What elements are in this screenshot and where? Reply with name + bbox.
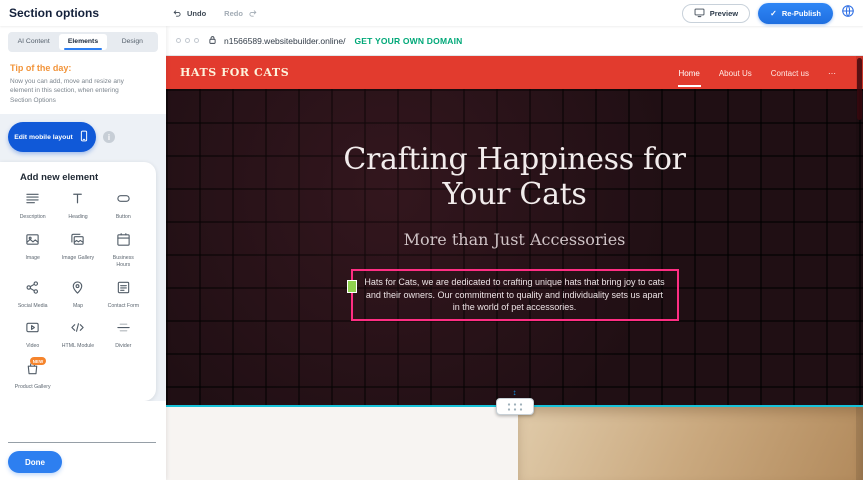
tip-title: Tip of the day:: [10, 63, 156, 73]
add-new-element-card: Add new element Description Heading Butt…: [0, 162, 156, 401]
sidebar: AI Content Elements Design Tip of the da…: [0, 26, 166, 480]
top-app-bar: Section options Undo Redo Preview ✓ Re-P…: [0, 0, 863, 26]
element-contact-form[interactable]: Contact Form: [101, 280, 146, 310]
page-title: Section options: [9, 6, 99, 20]
preview-scrollbar: [856, 56, 863, 480]
tip-of-the-day: Tip of the day: Now you can add, move an…: [0, 56, 166, 114]
image-gallery-icon: [70, 232, 85, 252]
element-image[interactable]: Image: [10, 232, 55, 269]
element-product-gallery[interactable]: NEW Product Gallery: [10, 361, 55, 391]
section-resize-handle[interactable]: ↕: [496, 389, 534, 415]
tab-design[interactable]: Design: [109, 34, 156, 50]
topbar-actions: Preview ✓ Re-Publish: [682, 3, 855, 24]
map-pin-icon: [70, 280, 85, 300]
site-header[interactable]: HATS FOR CATS Home About Us Contact us ⋯: [166, 56, 863, 89]
hero-heading[interactable]: Crafting Happiness for Your Cats: [315, 143, 715, 212]
window-dot-icon: [176, 38, 181, 43]
image-icon: [25, 232, 40, 252]
add-element-title: Add new element: [20, 172, 152, 183]
element-heading[interactable]: Heading: [55, 191, 100, 221]
sidebar-spacer: [0, 401, 166, 442]
description-icon: [25, 191, 40, 211]
hero-paragraph: Hats for Cats, we are dedicated to craft…: [362, 276, 668, 314]
element-button[interactable]: Button: [101, 191, 146, 221]
heading-icon: [70, 191, 85, 211]
main-canvas: n1566589.websitebuilder.online/ GET YOUR…: [166, 26, 863, 480]
info-icon[interactable]: i: [103, 131, 115, 143]
lock-icon: [208, 32, 217, 50]
element-divider[interactable]: Divider: [101, 320, 146, 350]
drag-handle[interactable]: [347, 280, 357, 293]
window-dot-icon: [185, 38, 190, 43]
element-business-hours[interactable]: Business Hours: [101, 232, 146, 269]
resize-arrows-icon: ↕: [513, 389, 517, 397]
website-preview: HATS FOR CATS Home About Us Contact us ⋯…: [166, 56, 863, 480]
site-logo[interactable]: HATS FOR CATS: [180, 66, 289, 79]
hero-subheading[interactable]: More than Just Accessories: [404, 230, 626, 249]
code-icon: [70, 320, 85, 340]
elements-panel: Edit mobile layout i Add new element Des…: [0, 114, 166, 401]
contact-form-icon: [116, 280, 131, 300]
grip-dots-icon: [506, 402, 524, 411]
globe-icon[interactable]: [841, 4, 855, 23]
hero-section[interactable]: Crafting Happiness for Your Cats More th…: [166, 89, 863, 406]
done-button[interactable]: Done: [8, 451, 62, 473]
tab-elements[interactable]: Elements: [59, 34, 106, 50]
element-description[interactable]: Description: [10, 191, 55, 221]
republish-button[interactable]: ✓ Re-Publish: [758, 3, 833, 24]
resize-grip[interactable]: [496, 398, 534, 415]
social-media-icon: [25, 280, 40, 300]
check-icon: ✓: [770, 9, 777, 18]
divider-icon: [116, 320, 131, 340]
scrollbar-thumb[interactable]: [857, 58, 862, 120]
next-section[interactable]: [166, 407, 863, 480]
element-html-module[interactable]: HTML Module: [55, 320, 100, 350]
tab-ai-content[interactable]: AI Content: [10, 34, 57, 50]
redo-button[interactable]: Redo: [224, 9, 243, 18]
undo-button[interactable]: Undo: [187, 9, 206, 18]
element-grid: Description Heading Button Image Image G…: [4, 191, 152, 391]
window-dot-icon: [194, 38, 199, 43]
business-hours-icon: [116, 232, 131, 252]
browser-chrome: n1566589.websitebuilder.online/ GET YOUR…: [166, 26, 863, 56]
monitor-icon: [694, 7, 705, 20]
tip-body: Now you can add, move and resize any ele…: [10, 77, 136, 105]
element-image-gallery[interactable]: Image Gallery: [55, 232, 100, 269]
preview-button[interactable]: Preview: [682, 4, 750, 23]
selected-text-element[interactable]: Hats for Cats, we are dedicated to craft…: [351, 269, 679, 321]
element-map[interactable]: Map: [55, 280, 100, 310]
video-icon: [25, 320, 40, 340]
button-icon: [116, 191, 131, 211]
nav-contact-us[interactable]: Contact us: [770, 58, 810, 87]
next-section-background: [166, 407, 518, 480]
site-url[interactable]: n1566589.websitebuilder.online/: [224, 36, 345, 46]
sidebar-tabs: AI Content Elements Design: [8, 32, 158, 52]
edit-mobile-row: Edit mobile layout i: [0, 122, 166, 152]
nav-about-us[interactable]: About Us: [718, 58, 753, 87]
nav-home[interactable]: Home: [678, 58, 701, 87]
element-video[interactable]: Video: [10, 320, 55, 350]
element-social-media[interactable]: Social Media: [10, 280, 55, 310]
edit-mobile-layout-button[interactable]: Edit mobile layout: [8, 122, 96, 152]
undo-icon[interactable]: [172, 8, 182, 18]
new-badge: NEW: [30, 357, 47, 365]
site-nav: Home About Us Contact us ⋯: [678, 58, 838, 87]
history-controls: Undo Redo: [172, 8, 258, 18]
nav-more-icon[interactable]: ⋯: [827, 58, 837, 87]
get-domain-link[interactable]: GET YOUR OWN DOMAIN: [354, 36, 462, 46]
redo-icon[interactable]: [248, 8, 258, 18]
sidebar-divider: [8, 442, 156, 443]
cat-photo: [518, 407, 863, 480]
phone-icon: [78, 129, 90, 145]
